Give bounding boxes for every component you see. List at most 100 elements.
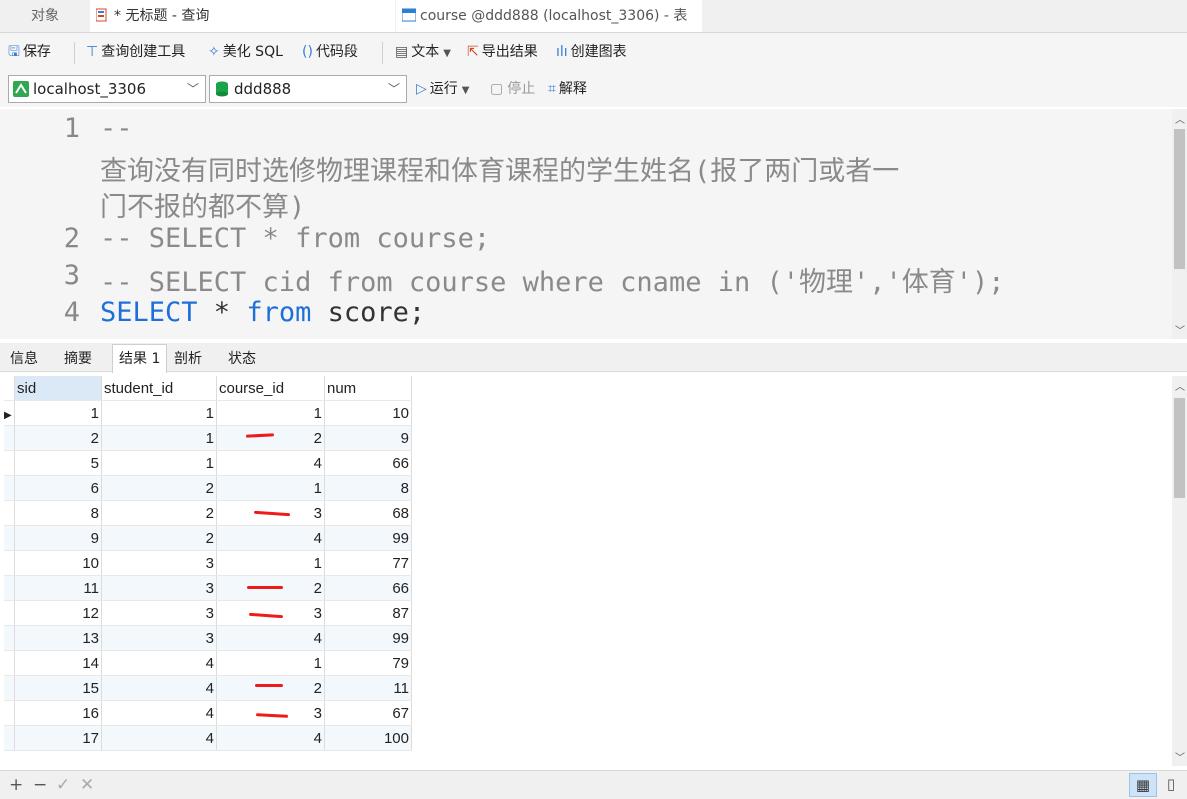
table-row[interactable]: 8 2 3 68 — [4, 500, 412, 526]
table-cell[interactable]: 87 — [324, 600, 412, 626]
table-row[interactable]: ▶ 1 1 1 10 — [4, 400, 412, 426]
table-cell[interactable]: 13 — [14, 625, 102, 651]
table-cell[interactable]: 1 — [101, 450, 217, 476]
table-cell[interactable]: 10 — [14, 550, 102, 576]
table-cell[interactable]: 3 — [101, 550, 217, 576]
column-header-num[interactable]: num — [324, 376, 412, 401]
table-row[interactable]: 6218 — [4, 475, 412, 501]
table-cell[interactable]: 3 — [101, 625, 217, 651]
tab-course-table[interactable]: course @ddd888 (localhost_3306) - 表 — [396, 0, 702, 32]
table-cell[interactable]: 99 — [324, 525, 412, 551]
row-indicator[interactable] — [4, 725, 15, 751]
table-cell[interactable]: 2 — [101, 525, 217, 551]
row-indicator[interactable] — [4, 500, 15, 526]
table-cell[interactable]: 8 — [324, 475, 412, 501]
chevron-down-icon[interactable]: ﹀ — [1175, 322, 1185, 337]
table-cell[interactable]: 3 — [216, 600, 325, 626]
apply-changes-button[interactable]: ✓ — [56, 775, 70, 795]
column-header-student-id[interactable]: student_id — [101, 376, 217, 401]
row-indicator[interactable] — [4, 425, 15, 451]
scrollbar-thumb[interactable] — [1174, 398, 1185, 498]
table-cell[interactable]: 2 — [216, 425, 325, 451]
table-row[interactable]: 12 3 3 87 — [4, 600, 412, 626]
save-button[interactable]: 🖫 保存 — [8, 42, 51, 62]
form-view-button[interactable]: ▯ — [1161, 773, 1181, 795]
row-indicator[interactable] — [4, 650, 15, 676]
table-cell[interactable]: 100 — [324, 725, 412, 751]
table-cell[interactable]: 6 — [14, 475, 102, 501]
table-row[interactable]: 11 3 2 66 — [4, 575, 412, 601]
table-cell[interactable]: 4 — [101, 650, 217, 676]
chevron-down-icon[interactable]: ﹀ — [1175, 749, 1185, 764]
add-record-button[interactable]: + — [9, 775, 23, 795]
create-chart-button[interactable]: ılı 创建图表 — [556, 42, 627, 62]
table-cell[interactable]: 68 — [324, 500, 412, 526]
row-indicator[interactable] — [4, 600, 15, 626]
tab-info[interactable]: 信息 — [4, 347, 44, 371]
table-cell[interactable]: 79 — [324, 650, 412, 676]
column-header-sid[interactable]: sid — [14, 376, 102, 401]
tab-objects[interactable]: 对象 — [0, 0, 90, 32]
sql-editor[interactable]: 1 2 3 4 -- 查询没有同时选修物理课程和体育课程的学生姓名(报了两门或者… — [0, 109, 1172, 339]
table-cell[interactable]: 3 — [101, 575, 217, 601]
text-button[interactable]: ▤ 文本 ▼ — [395, 42, 451, 62]
row-indicator[interactable] — [4, 450, 15, 476]
grid-view-button[interactable]: ▦ — [1129, 773, 1157, 797]
table-row[interactable]: 16 4 3 67 — [4, 700, 412, 726]
run-button[interactable]: ▷ 运行 ▼ — [416, 79, 469, 99]
table-cell[interactable]: 1 — [101, 425, 217, 451]
export-results-button[interactable]: ⇱ 导出结果 — [467, 42, 538, 62]
delete-record-button[interactable]: − — [33, 775, 47, 795]
tab-query[interactable]: * 无标题 - 查询 — [90, 0, 395, 32]
table-cell[interactable]: 4 — [101, 700, 217, 726]
table-row[interactable]: 13 3 4 99 — [4, 625, 412, 651]
editor-scrollbar[interactable]: ︿ ﹀ — [1172, 109, 1187, 339]
stop-button[interactable]: ▢ 停止 — [490, 79, 535, 99]
table-cell[interactable]: 2 — [216, 675, 325, 701]
table-cell[interactable]: 12 — [14, 600, 102, 626]
row-indicator[interactable] — [4, 525, 15, 551]
tab-status[interactable]: 状态 — [222, 347, 262, 371]
table-row[interactable]: 17 4 4 100 — [4, 725, 412, 751]
table-cell[interactable]: 8 — [14, 500, 102, 526]
explain-button[interactable]: ⌗ 解释 — [548, 79, 587, 99]
table-cell[interactable]: 16 — [14, 700, 102, 726]
result-grid[interactable]: sid student_id course_id num ▶ 1 1 1 10 2 1 2 9 5… — [0, 376, 1172, 752]
table-cell[interactable]: 14 — [14, 650, 102, 676]
tab-summary[interactable]: 摘要 — [58, 347, 98, 371]
discard-changes-button[interactable]: ✕ — [80, 775, 94, 795]
table-row[interactable]: 5 1 4 66 — [4, 450, 412, 476]
table-cell[interactable]: 9 — [324, 425, 412, 451]
table-row[interactable]: 9 2 4 99 — [4, 525, 412, 551]
row-indicator[interactable] — [4, 550, 15, 576]
code-snippet-button[interactable]: () 代码段 — [302, 42, 358, 62]
table-cell[interactable]: 1 — [14, 400, 102, 426]
tab-result-1[interactable]: 结果 1 — [112, 344, 168, 373]
table-cell[interactable]: 9 — [14, 525, 102, 551]
table-cell[interactable]: 4 — [101, 725, 217, 751]
table-row[interactable]: 2129 — [4, 425, 412, 451]
table-cell[interactable]: 67 — [324, 700, 412, 726]
chevron-up-icon[interactable]: ︿ — [1175, 111, 1185, 126]
row-indicator[interactable]: ▶ — [4, 400, 15, 426]
table-cell[interactable]: 11 — [14, 575, 102, 601]
table-cell[interactable]: 4 — [216, 725, 325, 751]
tab-profile[interactable]: 剖析 — [168, 347, 208, 371]
table-cell[interactable]: 4 — [216, 625, 325, 651]
table-cell[interactable]: 1 — [216, 475, 325, 501]
row-indicator[interactable] — [4, 675, 15, 701]
scrollbar-thumb[interactable] — [1174, 129, 1185, 269]
row-indicator[interactable] — [4, 475, 15, 501]
row-indicator[interactable] — [4, 625, 15, 651]
table-cell[interactable]: 5 — [14, 450, 102, 476]
grid-scrollbar[interactable]: ︿ ﹀ — [1172, 376, 1187, 766]
table-cell[interactable]: 1 — [216, 550, 325, 576]
row-indicator[interactable] — [4, 575, 15, 601]
table-row[interactable]: 14 4 1 79 — [4, 650, 412, 676]
table-cell[interactable]: 2 — [101, 500, 217, 526]
chevron-up-icon[interactable]: ︿ — [1175, 378, 1185, 393]
row-indicator[interactable] — [4, 700, 15, 726]
table-cell[interactable]: 3 — [101, 600, 217, 626]
table-cell[interactable]: 10 — [324, 400, 412, 426]
database-select[interactable]: ddd888 ﹀ — [209, 75, 407, 103]
